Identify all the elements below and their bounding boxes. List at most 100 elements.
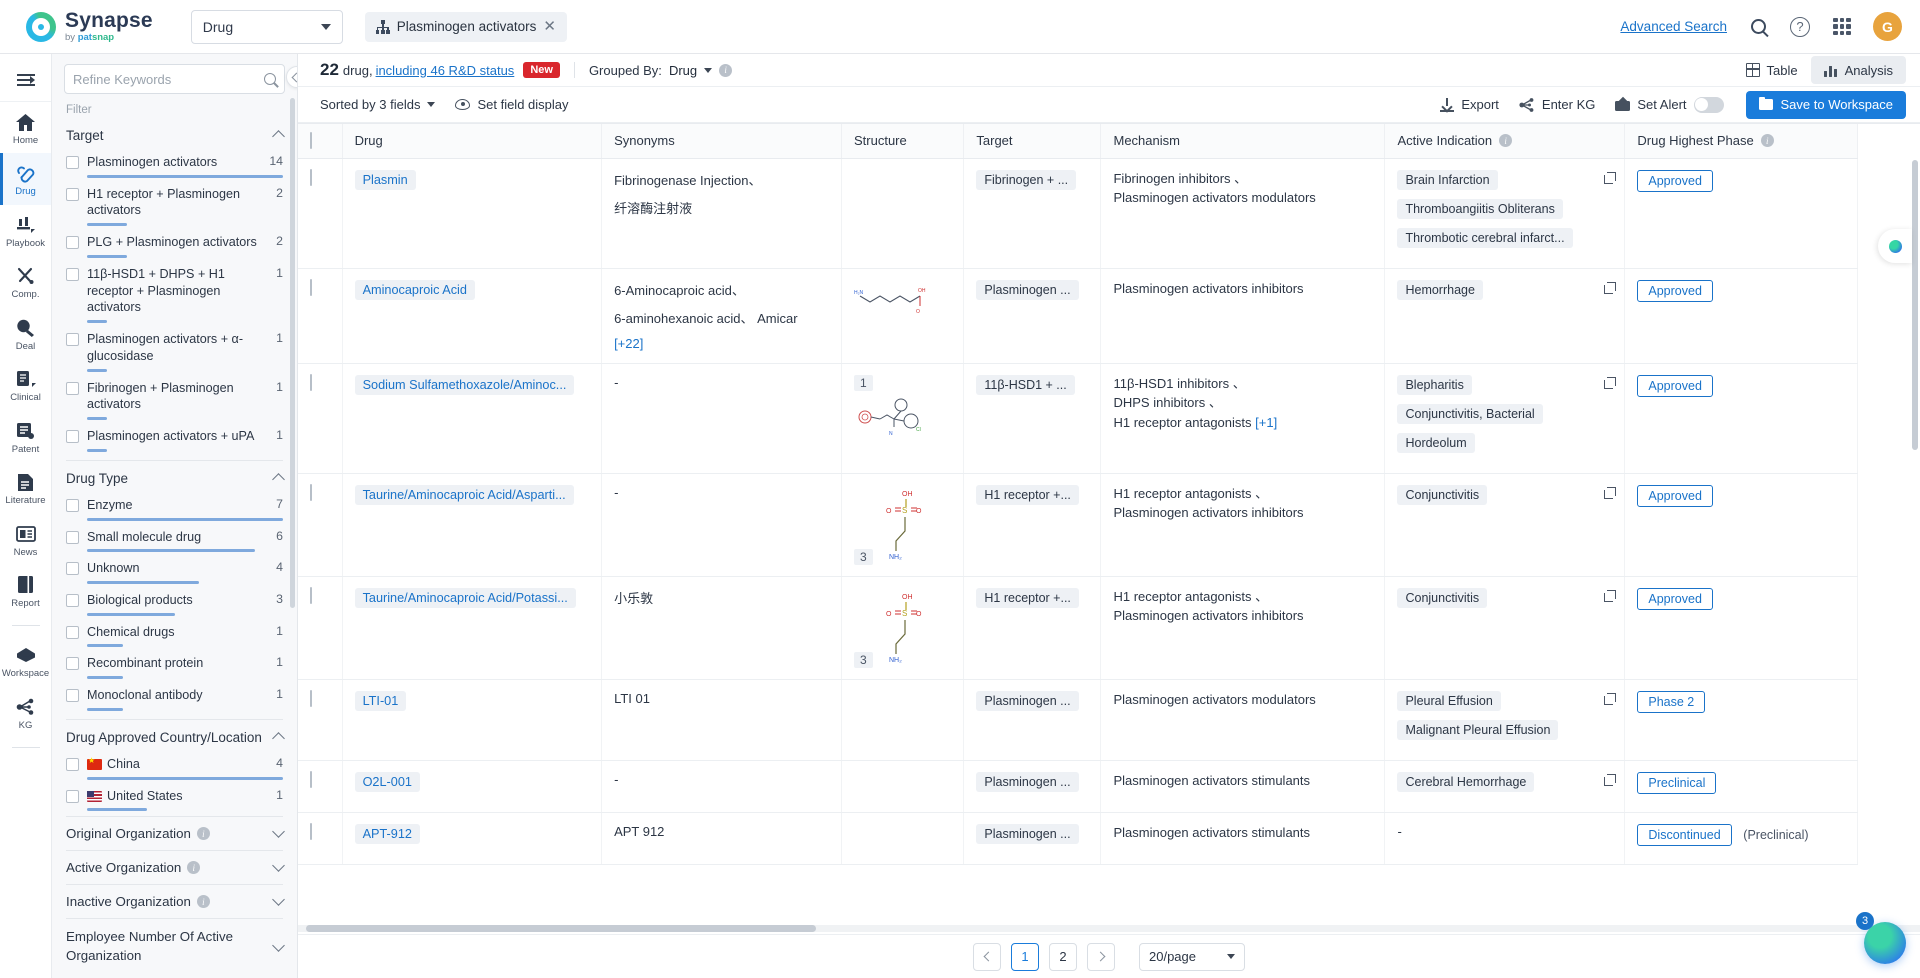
filter-option[interactable]: Small molecule drug 6 bbox=[66, 526, 283, 553]
sidebar-item-report[interactable]: Report bbox=[0, 565, 51, 616]
filter-option[interactable]: Unknown 4 bbox=[66, 557, 283, 585]
set-alert-toggle[interactable] bbox=[1693, 96, 1724, 113]
checkbox[interactable] bbox=[66, 657, 79, 671]
filter-option[interactable]: 11β-HSD1 + DHPS + H1 receptor + Plasmino… bbox=[66, 263, 283, 324]
filter-option[interactable]: Chemical drugs 1 bbox=[66, 621, 283, 648]
filter-option[interactable]: United States 1 bbox=[66, 785, 283, 812]
column-header-target[interactable]: Target bbox=[963, 124, 1102, 159]
tab-analysis[interactable]: Analysis bbox=[1810, 56, 1906, 84]
grouped-by-control[interactable]: Grouped By: Drug i bbox=[589, 63, 733, 78]
row-checkbox[interactable] bbox=[310, 483, 312, 501]
checkbox[interactable] bbox=[66, 498, 79, 512]
drug-link[interactable]: Plasmin bbox=[354, 169, 416, 190]
checkbox[interactable] bbox=[66, 625, 79, 639]
expand-icon[interactable] bbox=[1604, 486, 1617, 499]
checkbox[interactable] bbox=[66, 789, 79, 803]
drug-link[interactable]: Aminocaproic Acid bbox=[354, 279, 475, 300]
column-header-drug-highest-phase[interactable]: Drug Highest Phase i bbox=[1624, 124, 1858, 159]
filter-option[interactable]: Plasminogen activators + α-glucosidase 1 bbox=[66, 328, 283, 372]
drug-link[interactable]: Taurine/Aminocaproic Acid/Potassi... bbox=[354, 587, 576, 608]
table-row[interactable]: Taurine/Aminocaproic Acid/Asparti... - 3… bbox=[298, 473, 1858, 577]
close-icon[interactable]: ✕ bbox=[543, 19, 556, 34]
search-chip-plasminogen-activators[interactable]: Plasminogen activators ✕ bbox=[364, 11, 567, 42]
info-icon[interactable]: i bbox=[1499, 134, 1513, 148]
sidebar-item-clinical[interactable]: Clinical bbox=[0, 359, 51, 410]
checkbox[interactable] bbox=[66, 236, 79, 250]
filter-option[interactable]: PLG + Plasminogen activators 2 bbox=[66, 231, 283, 258]
filter-group-employee-number[interactable]: Employee Number Of Active Organization bbox=[66, 918, 285, 974]
assistant-side-button[interactable] bbox=[1878, 229, 1912, 263]
checkbox[interactable] bbox=[66, 594, 79, 608]
page-size-select[interactable]: 20/page bbox=[1139, 942, 1245, 971]
checkbox[interactable] bbox=[66, 757, 79, 771]
set-alert-control[interactable]: Set Alert bbox=[1615, 96, 1724, 113]
mechanism-more-link[interactable]: [+1] bbox=[1255, 415, 1277, 430]
advanced-search-link[interactable]: Advanced Search bbox=[1620, 19, 1727, 34]
help-button[interactable]: ? bbox=[1789, 16, 1811, 38]
checkbox[interactable] bbox=[66, 430, 79, 444]
drug-link[interactable]: APT-912 bbox=[354, 823, 420, 844]
checkbox[interactable] bbox=[66, 156, 79, 169]
filter-option[interactable]: Plasminogen activators + uPA 1 bbox=[66, 425, 283, 452]
enter-kg-button[interactable]: Enter KG bbox=[1519, 97, 1595, 112]
export-button[interactable]: Export bbox=[1440, 97, 1499, 112]
row-checkbox[interactable] bbox=[310, 822, 312, 840]
sidebar-item-home[interactable]: Home bbox=[0, 102, 51, 153]
synonyms-more-link[interactable]: [+22] bbox=[614, 336, 643, 351]
row-checkbox[interactable] bbox=[310, 278, 312, 296]
expand-icon[interactable] bbox=[1604, 589, 1617, 602]
filter-option[interactable]: Enzyme 7 bbox=[66, 494, 283, 521]
filter-group-target-header[interactable]: Target bbox=[66, 122, 285, 151]
info-icon[interactable]: i bbox=[196, 827, 210, 841]
column-header-active-indication[interactable]: Active Indication i bbox=[1384, 124, 1626, 159]
next-page-button[interactable] bbox=[1087, 942, 1115, 971]
table-row[interactable]: O2L-001 - Plasminogen ... Plasminogen ac… bbox=[298, 760, 1858, 813]
collapse-filter-panel-button[interactable] bbox=[286, 66, 297, 88]
column-header-drug[interactable]: Drug bbox=[342, 124, 603, 159]
refine-keywords-box[interactable] bbox=[64, 64, 285, 94]
filter-option[interactable]: Monoclonal antibody 1 bbox=[66, 684, 283, 711]
collapse-nav-button[interactable] bbox=[0, 58, 51, 102]
filter-group-drug-type-header[interactable]: Drug Type bbox=[66, 465, 285, 494]
vertical-scrollbar[interactable] bbox=[1912, 160, 1918, 450]
drug-link[interactable]: LTI-01 bbox=[354, 690, 407, 711]
target-tag[interactable]: Plasminogen ... bbox=[976, 690, 1079, 711]
target-tag[interactable]: Plasminogen ... bbox=[976, 823, 1079, 844]
sidebar-item-workspace[interactable]: Workspace bbox=[0, 635, 51, 686]
column-header-synonyms[interactable]: Synonyms bbox=[601, 124, 842, 159]
filter-panel-scrollbar[interactable] bbox=[290, 98, 295, 608]
filter-group-active-organization[interactable]: Active Organization i bbox=[66, 850, 285, 884]
row-checkbox[interactable] bbox=[310, 689, 312, 707]
filter-option[interactable]: H1 receptor + Plasminogen activators 2 bbox=[66, 183, 283, 227]
expand-icon[interactable] bbox=[1604, 692, 1617, 705]
expand-icon[interactable] bbox=[1604, 171, 1617, 184]
prev-page-button[interactable] bbox=[973, 942, 1001, 971]
horizontal-scrollbar[interactable] bbox=[306, 925, 816, 932]
sidebar-item-playbook[interactable]: Playbook bbox=[0, 205, 51, 256]
page-button-1[interactable]: 1 bbox=[1011, 942, 1039, 971]
checkbox[interactable] bbox=[66, 187, 79, 201]
checkbox[interactable] bbox=[66, 381, 79, 395]
filter-option[interactable]: Plasminogen activators 14 bbox=[66, 151, 283, 178]
column-header-structure[interactable]: Structure bbox=[841, 124, 965, 159]
drug-link[interactable]: O2L-001 bbox=[354, 771, 420, 792]
info-icon[interactable]: i bbox=[1760, 134, 1774, 148]
checkbox[interactable] bbox=[66, 333, 79, 347]
tab-table[interactable]: Table bbox=[1733, 56, 1811, 84]
sidebar-item-news[interactable]: News bbox=[0, 514, 51, 565]
table-row[interactable]: Plasmin Fibrinogenase Injection、 纤溶酶注射液 … bbox=[298, 158, 1858, 269]
target-tag[interactable]: 11β-HSD1 + ... bbox=[976, 374, 1075, 395]
target-tag[interactable]: Fibrinogen + ... bbox=[976, 169, 1077, 190]
filter-option[interactable]: Biological products 3 bbox=[66, 589, 283, 616]
expand-icon[interactable] bbox=[1604, 376, 1617, 389]
table-row[interactable]: Aminocaproic Acid 6-Aminocaproic acid、 6… bbox=[298, 268, 1858, 364]
sidebar-item-deal[interactable]: Deal bbox=[0, 308, 51, 359]
info-icon[interactable]: i bbox=[719, 63, 733, 77]
target-tag[interactable]: H1 receptor +... bbox=[976, 484, 1079, 505]
sidebar-item-kg[interactable]: KG bbox=[0, 687, 51, 738]
filter-option[interactable]: Recombinant protein 1 bbox=[66, 652, 283, 680]
apps-grid-button[interactable] bbox=[1831, 16, 1853, 38]
sorted-by-button[interactable]: Sorted by 3 fields bbox=[320, 97, 436, 112]
filter-option[interactable]: China 4 bbox=[66, 753, 283, 780]
rd-status-link[interactable]: including 46 R&D status bbox=[376, 63, 515, 78]
